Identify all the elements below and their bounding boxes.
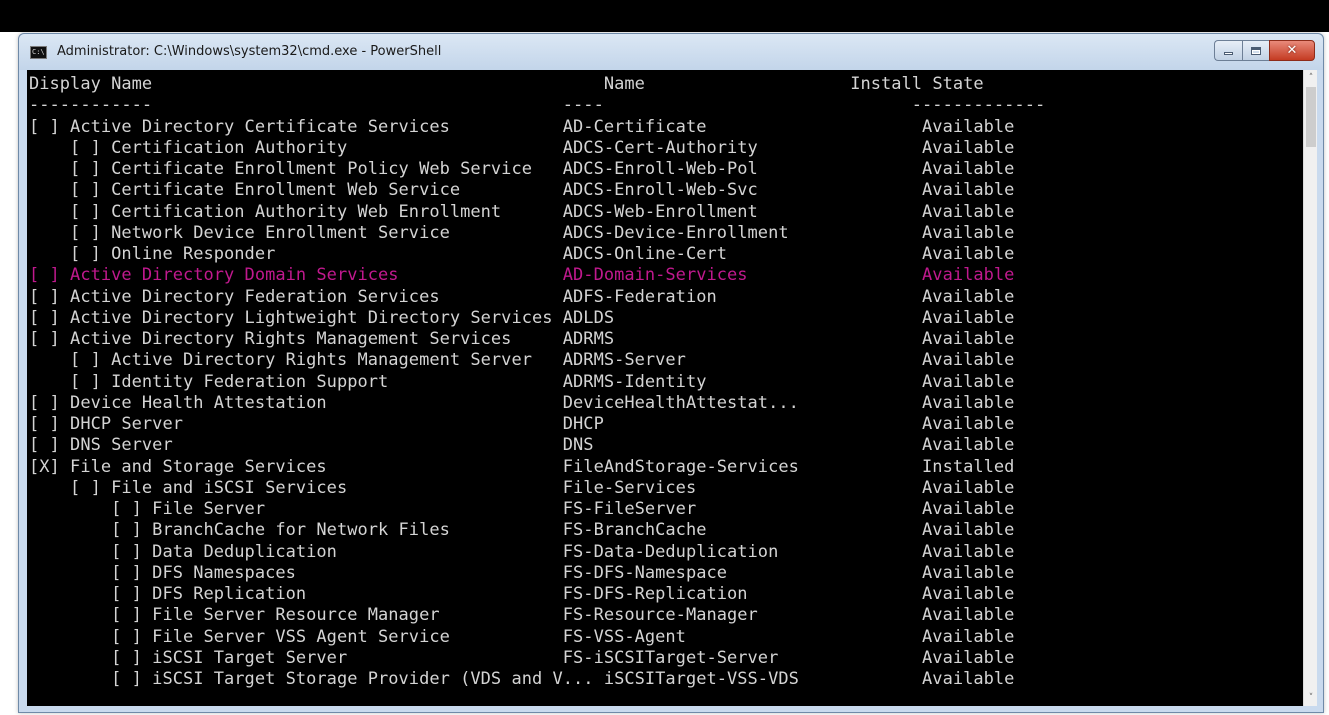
feature-row: [ ] DFS Namespaces FS-DFS-Namespace Avai… [29,562,1015,583]
feature-row: [ ] Data Deduplication FS-Data-Deduplica… [29,541,1015,562]
vertical-scrollbar[interactable]: ˄ ˅ [1303,70,1317,706]
title-bar[interactable]: C:\ Administrator: C:\Windows\system32\c… [19,34,1323,70]
header-install-state: Install State [850,74,984,94]
feature-row: [ ] Certification Authority Web Enrollme… [29,201,1015,222]
desktop-top-strip [0,0,1329,32]
minimize-button[interactable] [1214,40,1242,61]
feature-row: [ ] Identity Federation Support ADRMS-Id… [29,371,1015,392]
feature-row: [ ] Certification Authority ADCS-Cert-Au… [29,137,1015,158]
feature-row: [ ] Active Directory Rights Management S… [29,350,1015,371]
header-gap [645,74,850,94]
header-row: Display Name Name Install State [29,74,1045,95]
window-controls: ✕ [1214,40,1315,62]
feature-row: [ ] File Server FS-FileServer Available [29,499,1015,519]
feature-row: [ ] iSCSI Target Server FS-iSCSITarget-S… [29,647,1015,668]
scroll-up-icon[interactable]: ˄ [1304,70,1318,86]
close-button[interactable]: ✕ [1269,40,1315,61]
header-display-name: Display Name [29,74,153,94]
feature-row: [ ] DNS Server DNS Available [29,435,1015,456]
feature-row: [ ] Active Directory Federation Services… [29,286,1015,307]
feature-row: [ ] DFS Replication FS-DFS-Replication A… [29,584,1015,604]
console-output[interactable]: Display Name Name Install State --------… [27,70,1303,706]
feature-row: [X] File and Storage Services FileAndSto… [29,456,1015,477]
minimize-icon [1224,52,1233,55]
feature-row: [ ] Active Directory Lightweight Directo… [29,307,1015,328]
feature-row: [ ] Active Directory Domain Services AD-… [29,265,1015,286]
feature-row: [ ] Active Directory Certificate Service… [29,116,1015,137]
feature-row: [ ] File Server VSS Agent Service FS-VSS… [29,626,1015,647]
maximize-icon [1251,46,1261,55]
scroll-down-icon[interactable]: ˅ [1304,690,1318,706]
header-divider: ------------ ---- ------------- [29,95,1046,116]
feature-row: [ ] BranchCache for Network Files FS-Bra… [29,520,1015,541]
feature-row: [ ] Network Device Enrollment Service AD… [29,222,1015,243]
feature-row: [ ] iSCSI Target Storage Provider (VDS a… [29,669,1015,689]
feature-row: [ ] Active Directory Rights Management S… [29,329,1015,349]
feature-row: [ ] File and iSCSI Services File-Service… [29,477,1015,498]
feature-row: [ ] File Server Resource Manager FS-Reso… [29,605,1015,626]
feature-row: [ ] DHCP Server DHCP Available [29,414,1015,434]
header-name: Name [603,74,645,94]
feature-row: [ ] Device Health Attestation DeviceHeal… [29,392,1015,413]
cmd-app-icon[interactable]: C:\ [30,46,47,59]
feature-row: [ ] Certificate Enrollment Web Service A… [29,180,1015,201]
feature-row: [ ] Online Responder ADCS-Online-Cert Av… [29,244,1015,264]
powershell-window: C:\ Administrator: C:\Windows\system32\c… [18,33,1324,713]
window-title: Administrator: C:\Windows\system32\cmd.e… [57,44,442,59]
feature-row: [ ] Certificate Enrollment Policy Web Se… [29,159,1015,179]
maximize-button[interactable] [1242,40,1269,61]
scroll-thumb[interactable] [1306,87,1316,147]
console-lines: Display Name Name Install State --------… [29,74,1045,690]
header-gap [152,74,604,94]
close-icon: ✕ [1286,43,1298,58]
